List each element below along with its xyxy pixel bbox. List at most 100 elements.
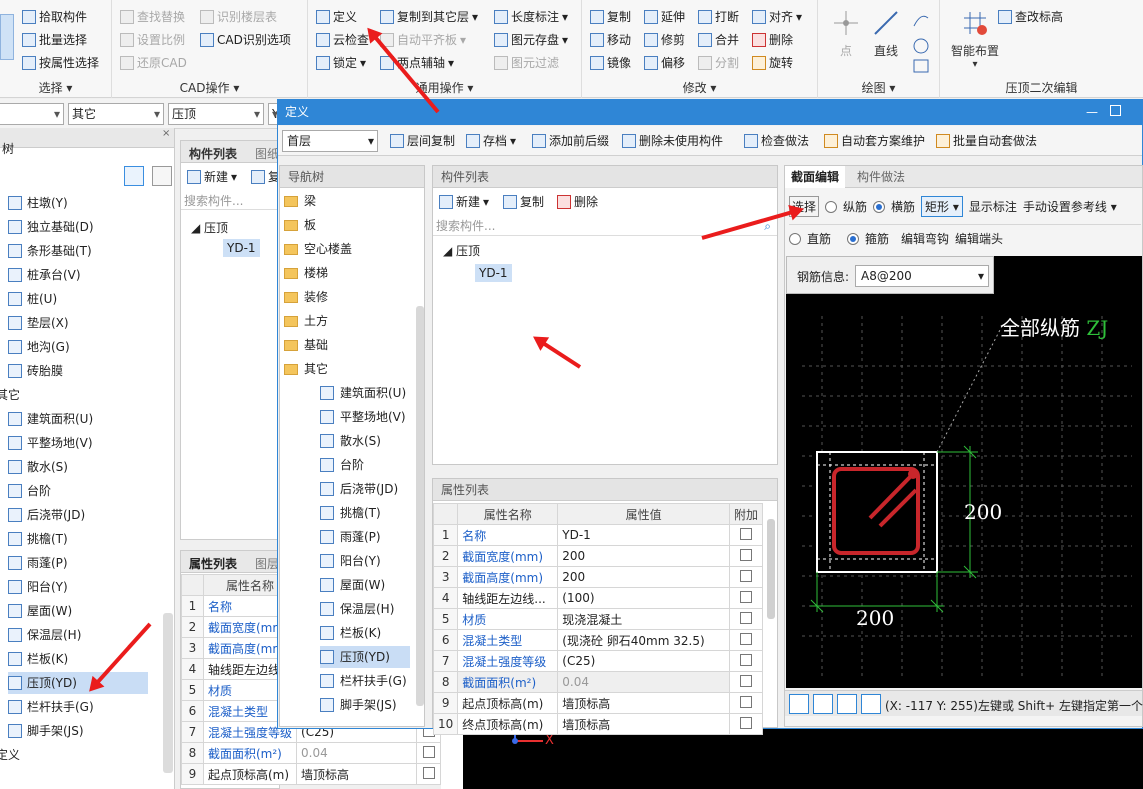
delete-button[interactable]: 删除 bbox=[752, 30, 793, 50]
auto-scheme-button[interactable]: 自动套方案维护 bbox=[824, 131, 925, 151]
nav-folder-item[interactable]: 土方 bbox=[284, 310, 328, 332]
table-row[interactable]: 8 截面面积(m²) 0.04 bbox=[181, 742, 441, 764]
select-big-icon[interactable] bbox=[0, 14, 14, 60]
table-row[interactable]: 10 终点顶标高(m) 墙顶标高 bbox=[432, 713, 764, 735]
extra-checkbox[interactable] bbox=[739, 569, 752, 582]
align-button[interactable]: 对齐 ▾ bbox=[752, 7, 802, 27]
property-value[interactable]: 墙顶标高 bbox=[557, 713, 730, 735]
property-value[interactable]: 墙顶标高 bbox=[557, 692, 730, 714]
check-method-button[interactable]: 检查做法 bbox=[744, 131, 809, 151]
nav-sub-item[interactable]: 雨蓬(P) bbox=[320, 526, 381, 548]
left-tree-item[interactable]: 栏板(K) bbox=[8, 648, 68, 670]
element-filter-button[interactable]: 图元过滤 bbox=[494, 53, 559, 73]
extra-checkbox[interactable] bbox=[739, 632, 752, 645]
transverse-radio[interactable] bbox=[873, 200, 886, 213]
nav-folder-item[interactable]: 空心楼盖 bbox=[284, 238, 352, 260]
left-tree-item[interactable]: 栏杆扶手(G) bbox=[8, 696, 94, 718]
length-dimension-button[interactable]: 长度标注 ▾ bbox=[494, 7, 568, 27]
left-tree-item[interactable]: 地沟(G) bbox=[8, 336, 70, 358]
nav-sub-item[interactable]: 栏杆扶手(G) bbox=[320, 670, 407, 692]
tab-section-edit[interactable]: 截面编辑 bbox=[785, 166, 846, 188]
tab-component-method[interactable]: 构件做法 bbox=[857, 166, 905, 188]
extra-checkbox[interactable] bbox=[739, 527, 752, 540]
left-tree-item[interactable]: 独立基础(D) bbox=[8, 216, 94, 238]
left-tree-item[interactable]: 桩承台(V) bbox=[8, 264, 81, 286]
snap-icon[interactable] bbox=[813, 694, 833, 714]
table-row[interactable]: 3 截面高度(mm) 200 bbox=[432, 566, 764, 588]
mid-copy-button[interactable]: 复 bbox=[251, 167, 280, 187]
table-row[interactable]: 5 材质 现浇混凝土 bbox=[432, 608, 764, 630]
section-canvas[interactable]: 钢筋信息: A8@200 ▾ 全部纵筋 ZJ 200 200 bbox=[786, 256, 1142, 688]
nav-sub-item[interactable]: 建筑面积(U) bbox=[320, 382, 406, 404]
edit-hook-button[interactable]: 编辑弯钩 bbox=[901, 230, 949, 247]
left-tree-item[interactable]: 后浇带(JD) bbox=[8, 504, 85, 526]
copy-component-button[interactable]: 复制 bbox=[503, 192, 544, 212]
find-replace-button[interactable]: 查找替换 bbox=[120, 7, 185, 27]
nav-sub-item[interactable]: 阳台(Y) bbox=[320, 550, 381, 572]
split-button[interactable]: 分割 bbox=[698, 53, 739, 73]
floor-type-select[interactable] bbox=[0, 103, 64, 125]
tab-property-list[interactable]: 属性列表 bbox=[189, 555, 237, 572]
break-button[interactable]: 打断 bbox=[698, 7, 739, 27]
nav-sub-item[interactable]: 屋面(W) bbox=[320, 574, 385, 596]
set-scale-button[interactable]: 设置比例 bbox=[120, 30, 185, 50]
arc-tools[interactable] bbox=[910, 8, 932, 76]
property-value[interactable]: (C25) bbox=[557, 650, 730, 672]
pick-component-button[interactable]: 拾取构件 bbox=[22, 7, 87, 27]
category-select[interactable]: 其它 bbox=[68, 103, 164, 125]
component-tree-root[interactable]: ◢ 压顶 bbox=[443, 242, 480, 259]
grid-view-icon[interactable] bbox=[152, 166, 172, 186]
shape-select[interactable]: 矩形 ▾ bbox=[921, 196, 963, 217]
edit-end-button[interactable]: 编辑端头 bbox=[955, 230, 1003, 247]
property-value[interactable]: YD-1 bbox=[557, 524, 730, 546]
table-row[interactable]: 6 混凝土类型 (现浇砼 卵石40mm 32.5) bbox=[432, 629, 764, 651]
left-tree-item[interactable]: 脚手架(JS) bbox=[8, 720, 84, 742]
nav-folder-item[interactable]: 装修 bbox=[284, 286, 328, 308]
nav-sub-item[interactable]: 散水(S) bbox=[320, 430, 381, 452]
identify-floor-table-button[interactable]: 识别楼层表 bbox=[200, 7, 277, 27]
define-button[interactable]: 定义 bbox=[316, 7, 357, 27]
nav-sub-item[interactable]: 挑檐(T) bbox=[320, 502, 381, 524]
interfloor-copy-button[interactable]: 层间复制 bbox=[390, 131, 455, 151]
auto-flush-slab-button[interactable]: 自动平齐板 ▾ bbox=[380, 30, 466, 50]
nav-folder-item[interactable]: 基础 bbox=[284, 334, 328, 356]
select-by-property-button[interactable]: 按属性选择 bbox=[22, 53, 99, 73]
left-tree-item[interactable]: 砖胎膜 bbox=[8, 360, 63, 382]
extra-checkbox[interactable] bbox=[739, 653, 752, 666]
add-prefix-suffix-button[interactable]: 添加前后缀 bbox=[532, 131, 609, 151]
extra-checkbox[interactable] bbox=[422, 766, 435, 779]
floor-select[interactable]: 首层 ▾ bbox=[282, 130, 378, 152]
property-value[interactable]: (100) bbox=[557, 587, 730, 609]
left-tree-item[interactable]: 其它 bbox=[0, 384, 20, 406]
extra-checkbox[interactable] bbox=[739, 716, 752, 729]
line-draw-button[interactable]: 直线 bbox=[868, 8, 904, 59]
nav-scrollbar[interactable] bbox=[416, 306, 424, 706]
table-row[interactable]: 8 截面面积(m²) 0.04 bbox=[432, 671, 764, 693]
left-tree-item[interactable]: 雨蓬(P) bbox=[8, 552, 68, 574]
batch-auto-method-button[interactable]: 批量自动套做法 bbox=[936, 131, 1037, 151]
maximize-icon[interactable] bbox=[1110, 105, 1121, 116]
point-draw-button[interactable]: 点 bbox=[828, 8, 864, 59]
left-tree-item[interactable]: 保温层(H) bbox=[8, 624, 81, 646]
component-tree-item-yd1[interactable]: YD-1 bbox=[475, 264, 512, 282]
table-row[interactable]: 9 起点顶标高(m) 墙顶标高 bbox=[432, 692, 764, 714]
extend-button[interactable]: 延伸 bbox=[644, 7, 685, 27]
rotate-button[interactable]: 旋转 bbox=[752, 53, 793, 73]
tab-drawing[interactable]: 图纸 bbox=[255, 145, 279, 162]
left-tree-item[interactable]: 条形基础(T) bbox=[8, 240, 92, 262]
restore-cad-button[interactable]: 还原CAD bbox=[120, 53, 187, 73]
table-row[interactable]: 7 混凝土强度等级 (C25) bbox=[432, 650, 764, 672]
mid-tree-item-yd1[interactable]: YD-1 bbox=[223, 239, 260, 257]
check-elevation-button[interactable]: 查改标高 bbox=[998, 7, 1063, 27]
left-tree-item[interactable]: 桩(U) bbox=[8, 288, 57, 310]
mirror-button[interactable]: 镜像 bbox=[590, 53, 631, 73]
batch-select-button[interactable]: 批量选择 bbox=[22, 30, 87, 50]
trim-button[interactable]: 修剪 bbox=[644, 30, 685, 50]
left-tree-item[interactable]: 平整场地(V) bbox=[8, 432, 93, 454]
stirrup-radio[interactable] bbox=[847, 232, 860, 245]
perpendicular-icon[interactable] bbox=[837, 694, 857, 714]
left-tree-item[interactable]: 定义 bbox=[0, 744, 20, 766]
archive-button[interactable]: 存档 ▾ bbox=[466, 131, 516, 151]
add-point-icon[interactable] bbox=[861, 694, 881, 714]
reference-line-button[interactable]: 手动设置参考线 ▾ bbox=[1023, 198, 1117, 215]
